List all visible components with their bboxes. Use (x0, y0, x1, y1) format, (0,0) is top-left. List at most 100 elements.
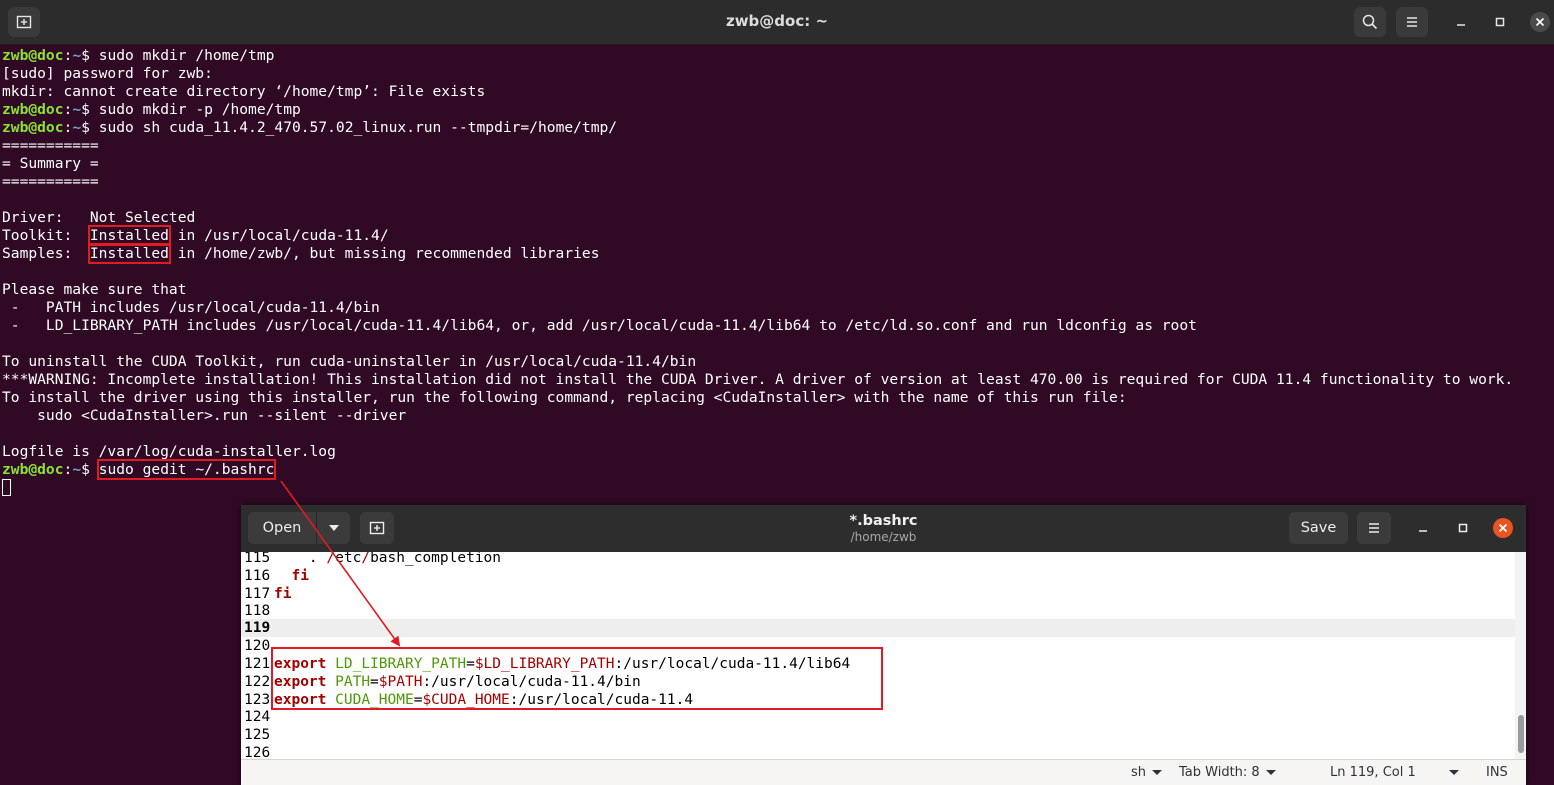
scrollbar-thumb[interactable] (1518, 715, 1524, 753)
output-text: mkdir: cannot create directory ‘/home/tm… (2, 83, 486, 100)
prompt-separator: : (63, 47, 73, 64)
gedit-close-button[interactable] (1493, 518, 1513, 538)
cursor-position: Ln 119, Col 1 (1330, 765, 1416, 780)
line-number: 126 (244, 745, 271, 759)
close-icon (1498, 523, 1508, 533)
terminal-line: mkdir: cannot create directory ‘/home/tm… (2, 83, 1554, 101)
code-token: / (361, 552, 371, 566)
prompt-symbol: $ (81, 119, 99, 136)
line-number: 116 (244, 568, 271, 584)
position-dropdown[interactable] (1443, 765, 1459, 780)
menu-button[interactable] (1396, 7, 1428, 37)
minimize-icon (1419, 530, 1427, 532)
gedit-statusbar: sh Tab Width: 8 Ln 119, Col 1 INS (241, 759, 1526, 785)
gedit-minimize-button[interactable] (1414, 519, 1432, 537)
gedit-headerbar: Open *.bashrc /home/zwb Save (241, 505, 1526, 553)
terminal-cursor (2, 479, 11, 496)
chevron-down-icon (1449, 770, 1459, 775)
terminal-line: sudo <CudaInstaller>.run --silent --driv… (2, 407, 1554, 425)
code-token: bash_completion (370, 552, 502, 566)
minimize-button[interactable] (1452, 13, 1470, 31)
code-line: 115 . /etc/bash_completion (241, 552, 1515, 567)
output-text: sudo <CudaInstaller>.run --silent --driv… (2, 407, 407, 424)
terminal-line: zwb@doc:~$ sudo gedit ~/.bashrc (2, 459, 1554, 480)
prompt-path: ~ (72, 101, 82, 118)
output-text: To uninstall the CUDA Toolkit, run cuda-… (2, 353, 697, 370)
line-number: 115 (244, 552, 271, 566)
line-number: 121 (244, 656, 271, 672)
installed-highlight: Installed (87, 243, 171, 264)
summary-detail: in /usr/local/cuda-11.4/ (168, 227, 389, 244)
output-text: Driver: Not Selected (2, 209, 196, 226)
terminal-line: To install the driver using this install… (2, 389, 1554, 407)
output-text: Logfile is /var/log/cuda-installer.log (2, 443, 336, 460)
line-number: 123 (244, 692, 271, 708)
language-label: sh (1131, 765, 1147, 780)
line-number: 119 (244, 620, 271, 636)
terminal-line: =========== (2, 173, 1554, 191)
export-lines-highlight (271, 647, 883, 710)
prompt-separator: : (63, 101, 73, 118)
code-line: 116 fi (241, 567, 1515, 585)
save-button[interactable]: Save (1289, 512, 1348, 544)
minimize-icon (1457, 24, 1465, 26)
terminal-line: =========== (2, 137, 1554, 155)
output-text: =========== (2, 137, 99, 154)
search-button[interactable] (1354, 7, 1386, 37)
line-number: 118 (244, 603, 271, 619)
insert-mode: INS (1486, 765, 1508, 780)
tab-width-selector[interactable]: Tab Width: 8 (1179, 765, 1276, 780)
prompt-symbol: $ (81, 47, 99, 64)
code-line: 125 (241, 726, 1515, 744)
terminal-line: zwb@doc:~$ sudo mkdir -p /home/tmp (2, 101, 1554, 119)
output-text: =========== (2, 173, 99, 190)
close-button[interactable] (1530, 12, 1550, 32)
language-selector[interactable]: sh (1131, 765, 1163, 780)
command: sudo sh cuda_11.4.2_470.57.02_linux.run … (98, 119, 618, 136)
line-number: 122 (244, 674, 271, 690)
code-line: 118 (241, 602, 1515, 620)
terminal-line: Please make sure that (2, 281, 1554, 299)
code-token: fi (291, 568, 309, 584)
maximize-icon (1495, 17, 1505, 27)
summary-detail: in /home/zwb/, but missing recommended l… (168, 245, 600, 262)
terminal-line: ***WARNING: Incomplete installation! Thi… (2, 371, 1554, 389)
maximize-button[interactable] (1491, 13, 1509, 31)
prompt-path: ~ (72, 47, 82, 64)
terminal-line: - LD_LIBRARY_PATH includes /usr/local/cu… (2, 317, 1554, 335)
close-icon (1535, 17, 1545, 27)
output-text: - LD_LIBRARY_PATH includes /usr/local/cu… (2, 317, 1197, 334)
summary-label: Toolkit: (2, 227, 90, 244)
hamburger-menu-icon (1369, 523, 1379, 533)
terminal-line (2, 479, 1554, 497)
code-token: . (274, 552, 327, 566)
command: sudo mkdir -p /home/tmp (98, 101, 301, 118)
prompt-separator: : (63, 461, 73, 478)
output-text: - PATH includes /usr/local/cuda-11.4/bin (2, 299, 380, 316)
search-icon (1362, 14, 1378, 30)
output-text: = Summary = (2, 155, 99, 172)
hamburger-menu-icon (1407, 17, 1417, 27)
terminal-line: - PATH includes /usr/local/cuda-11.4/bin (2, 299, 1554, 317)
code-token: / (326, 552, 336, 566)
prompt-user: zwb@doc (2, 119, 64, 136)
line-number: 124 (244, 709, 271, 725)
terminal-line: Toolkit: Installed in /usr/local/cuda-11… (2, 225, 1554, 246)
prompt-separator: : (63, 119, 73, 136)
output-text: [sudo] password for zwb: (2, 65, 213, 82)
gedit-menu-button[interactable] (1357, 512, 1391, 544)
prompt-symbol: $ (81, 461, 99, 478)
command: sudo mkdir /home/tmp (98, 47, 275, 64)
line-number: 120 (244, 638, 271, 654)
code-line: 124 (241, 708, 1515, 726)
chevron-down-icon (1265, 770, 1276, 775)
gedit-maximize-button[interactable] (1454, 519, 1472, 537)
editor-scrollbar[interactable] (1515, 552, 1526, 759)
installed-highlight: Installed (87, 225, 171, 246)
maximize-icon (1458, 523, 1468, 533)
terminal-titlebar: zwb@doc: ~ (0, 0, 1554, 45)
